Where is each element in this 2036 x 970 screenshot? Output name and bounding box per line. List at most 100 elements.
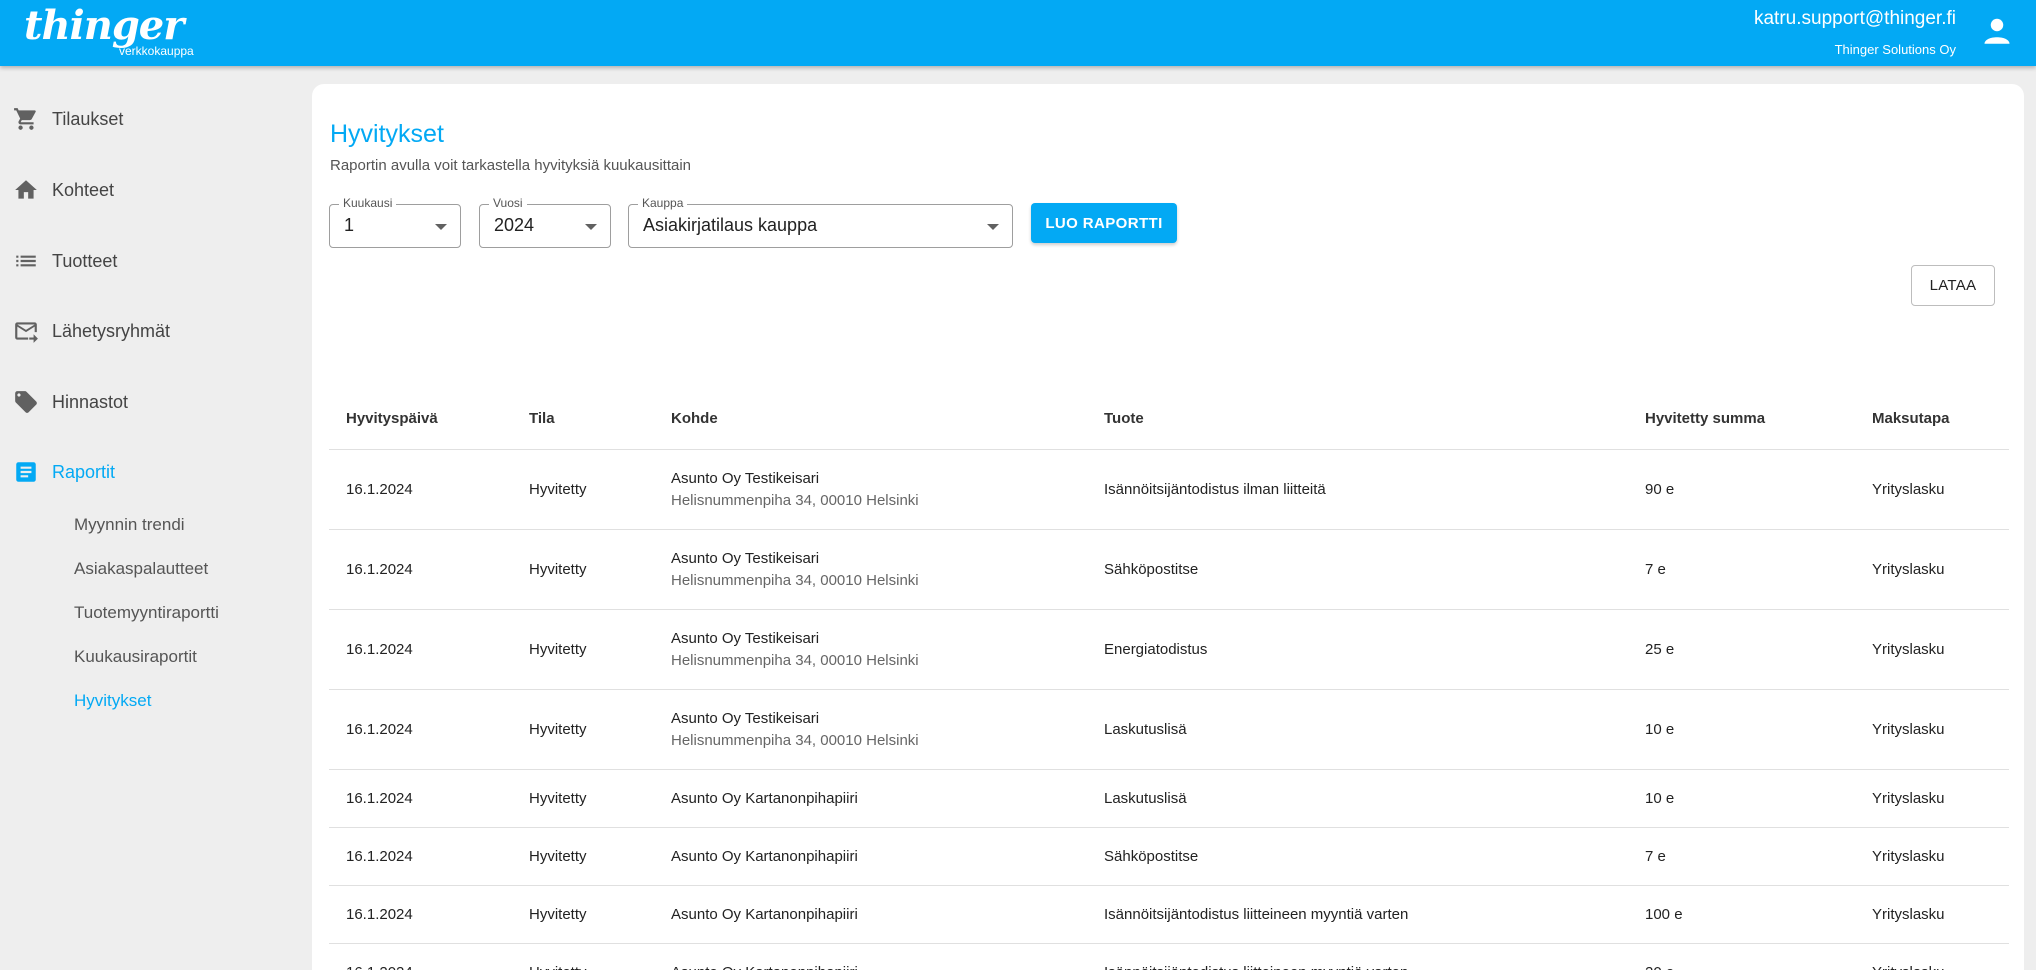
target-address: Helisnummenpiha 34, 00010 Helsinki <box>671 732 919 749</box>
target-name: Asunto Oy Testikeisari <box>671 630 820 647</box>
sidebar-item-tilaukset[interactable]: Tilaukset <box>0 94 300 144</box>
table-row[interactable]: 16.1.2024 Hyvitetty Asunto Oy Testikeisa… <box>329 690 2009 770</box>
cell-date: 16.1.2024 <box>346 561 413 578</box>
cell-target: Asunto Oy Testikeisari Helisnummenpiha 3… <box>671 610 919 689</box>
store-select-value: Asiakirjatilaus kauppa <box>643 215 818 235</box>
sidebar-item-lahetysryhmat[interactable]: Lähetysryhmät <box>0 306 300 356</box>
create-report-button[interactable]: LUO RAPORTTI <box>1031 203 1177 243</box>
sidebar-item-hinnastot[interactable]: Hinnastot <box>0 377 300 427</box>
cell-product: Energiatodistus <box>1104 641 1208 658</box>
cell-payment: Yrityslasku <box>1872 848 1945 865</box>
user-email: katru.support@thinger.fi <box>1753 8 1956 29</box>
table-row[interactable]: 16.1.2024 Hyvitetty Asunto Oy Testikeisa… <box>329 450 2009 530</box>
month-select-value: 1 <box>344 215 355 235</box>
cell-date: 16.1.2024 <box>346 481 413 498</box>
column-header-amount: Hyvitetty summa <box>1645 410 1766 427</box>
sidebar-item-raportit[interactable]: Raportit <box>0 447 300 497</box>
cell-payment: Yrityslasku <box>1872 561 1945 578</box>
download-button[interactable]: LATAA <box>1911 265 1995 306</box>
table-row[interactable]: 16.1.2024 Hyvitetty Asunto Oy Kartanonpi… <box>329 944 2009 970</box>
page-subtitle: Raportin avulla voit tarkastella hyvityk… <box>330 157 692 174</box>
cell-target: Asunto Oy Kartanonpihapiiri <box>671 906 858 923</box>
mail-icon <box>15 322 38 343</box>
cell-status: Hyvitetty <box>529 641 587 658</box>
cell-status: Hyvitetty <box>529 944 587 970</box>
sidebar-item-label: Raportit <box>52 461 116 482</box>
subitem-kuukausiraportit[interactable]: Kuukausiraportit <box>74 647 197 667</box>
target-name: Asunto Oy Testikeisari <box>671 710 820 727</box>
account-icon[interactable] <box>1982 15 2012 45</box>
cell-target: Asunto Oy Testikeisari Helisnummenpiha 3… <box>671 530 919 609</box>
cell-status: Hyvitetty <box>529 790 587 807</box>
store-select[interactable]: Kauppa Asiakirjatilaus kauppa <box>628 196 1013 248</box>
cell-product: Sähköpostitse <box>1104 561 1199 578</box>
cell-date: 16.1.2024 <box>346 790 413 807</box>
subitem-myynnin-trendi[interactable]: Myynnin trendi <box>74 515 185 535</box>
cell-amount: 90 e <box>1645 481 1675 498</box>
sidebar-item-label: Lähetysryhmät <box>52 320 171 341</box>
chevron-down-icon <box>435 224 447 230</box>
home-icon <box>15 180 37 199</box>
table-header-row: Hyvityspäivä Tila Kohde Tuote Hyvitetty … <box>329 354 2009 450</box>
cell-amount: 25 e <box>1645 641 1675 658</box>
tag-icon <box>15 391 37 413</box>
subitem-hyvitykset[interactable]: Hyvitykset <box>74 691 151 711</box>
cell-product: Isännöitsijäntodistus liitteineen myynti… <box>1104 944 1408 970</box>
column-header-target: Kohde <box>671 410 718 427</box>
year-select[interactable]: Vuosi 2024 <box>479 196 611 248</box>
subitem-asiakaspalautteet[interactable]: Asiakaspalautteet <box>74 559 208 579</box>
cell-date: 16.1.2024 <box>346 944 413 970</box>
sidebar-item-label: Tuotteet <box>52 250 118 271</box>
sidebar-item-kohteet[interactable]: Kohteet <box>0 165 300 215</box>
target-address: Helisnummenpiha 34, 00010 Helsinki <box>671 492 919 509</box>
table-row[interactable]: 16.1.2024 Hyvitetty Asunto Oy Testikeisa… <box>329 530 2009 610</box>
cell-payment: Yrityslasku <box>1872 641 1945 658</box>
sidebar-item-tuotteet[interactable]: Tuotteet <box>0 236 300 286</box>
cell-target: Asunto Oy Testikeisari Helisnummenpiha 3… <box>671 690 919 769</box>
sidebar-item-label: Kohteet <box>52 179 115 200</box>
main-card: Hyvitykset Raportin avulla voit tarkaste… <box>312 84 2024 970</box>
user-info: katru.support@thinger.fi Thinger Solutio… <box>1754 8 1956 58</box>
target-name: Asunto Oy Testikeisari <box>671 550 820 567</box>
cell-product: Laskutuslisä <box>1104 790 1187 807</box>
cell-status: Hyvitetty <box>529 561 587 578</box>
cell-date: 16.1.2024 <box>346 721 413 738</box>
cell-target: Asunto Oy Kartanonpihapiiri <box>671 790 858 807</box>
sidebar-item-label: Tilaukset <box>52 108 124 129</box>
cell-amount: 100 e <box>1645 906 1683 923</box>
cell-payment: Yrityslasku <box>1872 906 1945 923</box>
sidebar: Tilaukset Kohteet Tuotteet Lähetysryhmät… <box>0 66 300 970</box>
store-select-label: Kauppa <box>638 196 688 210</box>
cell-payment: Yrityslasku <box>1872 721 1945 738</box>
cell-target: Asunto Oy Kartanonpihapiiri <box>671 848 858 865</box>
target-name: Asunto Oy Testikeisari <box>671 470 820 487</box>
cell-status: Hyvitetty <box>529 721 587 738</box>
cell-product: Isännöitsijäntodistus ilman liitteitä <box>1104 481 1326 498</box>
cell-product: Sähköpostitse <box>1104 848 1199 865</box>
table-row[interactable]: 16.1.2024 Hyvitetty Asunto Oy Testikeisa… <box>329 610 2009 690</box>
month-select[interactable]: Kuukausi 1 <box>329 196 461 248</box>
cell-date: 16.1.2024 <box>346 906 413 923</box>
table-row[interactable]: 16.1.2024 Hyvitetty Asunto Oy Kartanonpi… <box>329 886 2009 944</box>
year-select-label: Vuosi <box>489 196 527 210</box>
cell-date: 16.1.2024 <box>346 641 413 658</box>
column-header-status: Tila <box>529 410 555 427</box>
column-header-product: Tuote <box>1104 410 1144 427</box>
thinger-logo[interactable]: thinger verkkokauppa <box>24 4 194 59</box>
cell-product: Laskutuslisä <box>1104 721 1187 738</box>
logo-subtitle: verkkokauppa <box>119 44 194 58</box>
page-title: Hyvitykset <box>330 120 444 148</box>
cell-date: 16.1.2024 <box>346 848 413 865</box>
report-icon <box>16 462 36 482</box>
cell-payment: Yrityslasku <box>1872 481 1945 498</box>
cell-target: Asunto Oy Testikeisari Helisnummenpiha 3… <box>671 450 919 529</box>
sidebar-item-label: Hinnastot <box>52 391 129 412</box>
top-app-bar: thinger verkkokauppa katru.support@thing… <box>0 0 2036 66</box>
column-header-payment: Maksutapa <box>1872 410 1950 427</box>
table-row[interactable]: 16.1.2024 Hyvitetty Asunto Oy Kartanonpi… <box>329 828 2009 886</box>
year-select-value: 2024 <box>494 215 535 235</box>
table-row[interactable]: 16.1.2024 Hyvitetty Asunto Oy Kartanonpi… <box>329 770 2009 828</box>
chevron-down-icon <box>987 224 999 230</box>
cell-amount: 20 e <box>1645 944 1674 970</box>
subitem-tuotemyyntiraportti[interactable]: Tuotemyyntiraportti <box>74 603 219 623</box>
